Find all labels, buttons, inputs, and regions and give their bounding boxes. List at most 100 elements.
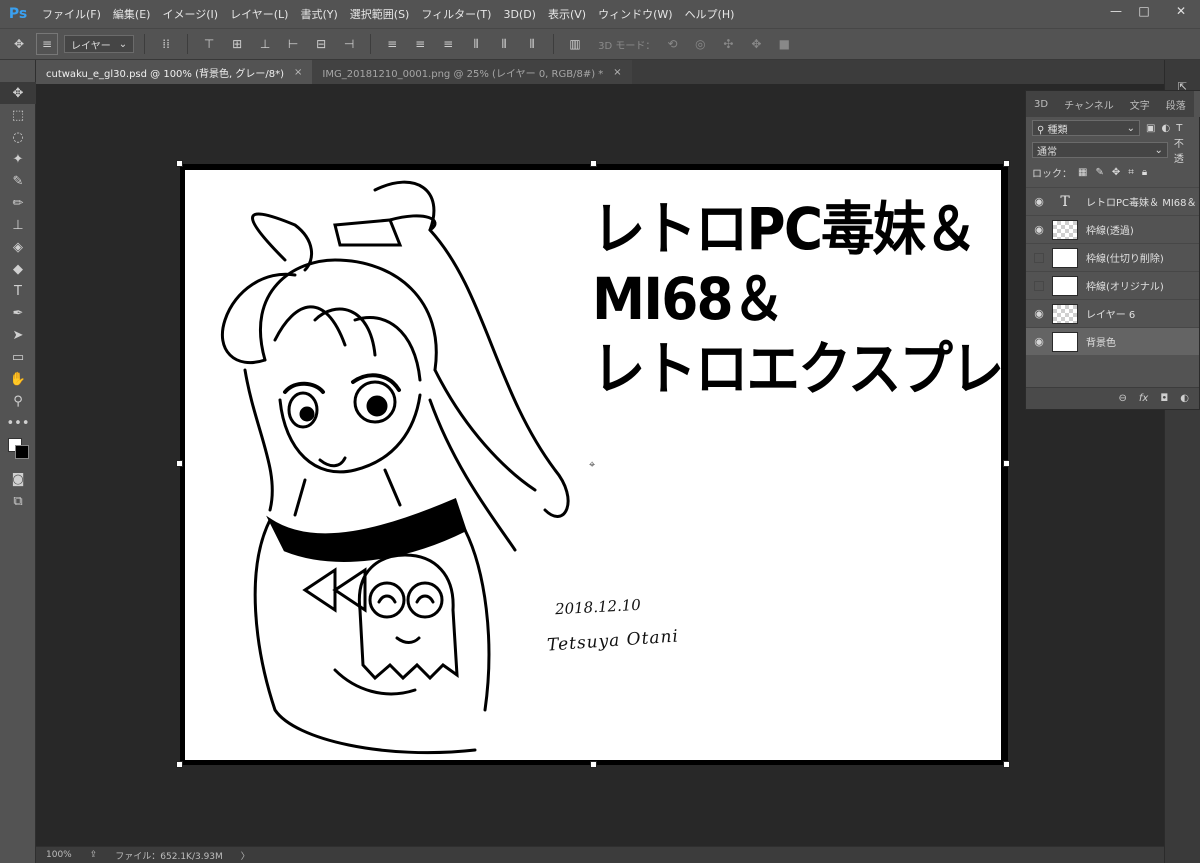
type-tool-icon[interactable]: T [0, 280, 36, 302]
marquee-tool-icon[interactable]: ⬚ [0, 104, 36, 126]
distribute-left-icon[interactable]: ⦀ [465, 33, 487, 55]
lock-pixels-icon[interactable]: ✎ [1095, 167, 1103, 178]
menu-edit[interactable]: 編集(E) [107, 6, 157, 22]
status-menu-arrow[interactable]: 〉 [241, 849, 250, 862]
close-tab-icon[interactable]: × [294, 67, 302, 78]
pen-tool-icon[interactable]: ✒ [0, 302, 36, 324]
menu-type[interactable]: 書式(Y) [294, 6, 343, 22]
transform-handle-top-right[interactable] [1003, 160, 1010, 167]
transform-handle-top[interactable] [590, 160, 597, 167]
layer-row[interactable]: ◉ 枠線(透過) [1026, 215, 1199, 243]
visibility-eye-icon[interactable]: ◉ [1026, 307, 1052, 320]
align-left-icon[interactable]: ⊢ [282, 33, 304, 55]
eraser-tool-icon[interactable]: ◈ [0, 236, 36, 258]
color-swatches-icon[interactable] [0, 434, 36, 468]
menu-select[interactable]: 選択範囲(S) [344, 6, 416, 22]
tab-character[interactable]: 文字 [1122, 91, 1158, 117]
tab-layers[interactable]: レ [1193, 91, 1200, 117]
lock-all-icon[interactable]: 🔒︎ [1142, 167, 1147, 178]
mask-icon[interactable]: ◘ [1160, 393, 1168, 404]
align-top-icon[interactable]: ⊤ [198, 33, 220, 55]
auto-select-icon[interactable]: ≡ [36, 33, 58, 55]
transform-handle-bottom-right[interactable] [1003, 761, 1010, 768]
layer-row-selected[interactable]: ◉ 背景色 [1026, 327, 1199, 355]
distribute-top-icon[interactable]: ≡ [381, 33, 403, 55]
3d-scale-icon[interactable]: ■ [773, 33, 795, 55]
align-right-icon[interactable]: ⊣ [338, 33, 360, 55]
tab-channels[interactable]: チャンネル [1056, 91, 1122, 117]
more-tools-icon[interactable]: ••• [0, 412, 36, 434]
layer-row[interactable]: ◉ T レトロPC毒妹＆ MI68＆ [1026, 187, 1199, 215]
transform-handle-top-left[interactable] [176, 160, 183, 167]
distribute-bottom-icon[interactable]: ≡ [437, 33, 459, 55]
distribute-vcenter-icon[interactable]: ≡ [409, 33, 431, 55]
lock-position-icon[interactable]: ✥ [1112, 167, 1120, 178]
menu-image[interactable]: イメージ(I) [156, 6, 224, 22]
tab-paragraph[interactable]: 段落 [1158, 91, 1194, 117]
close-window-button[interactable]: ✕ [1162, 0, 1200, 22]
distribute-hcenter-icon[interactable]: ⦀ [493, 33, 515, 55]
move-tool-icon[interactable]: ✥ [0, 82, 36, 104]
zoom-level[interactable]: 100% [46, 850, 72, 860]
menu-view[interactable]: 表示(V) [542, 6, 592, 22]
stamp-tool-icon[interactable]: ⊥ [0, 214, 36, 236]
lasso-tool-icon[interactable]: ◌ [0, 126, 36, 148]
fx-icon[interactable]: fx [1139, 393, 1148, 404]
transform-handle-right[interactable] [1003, 460, 1010, 467]
align-bottom-icon[interactable]: ⊥ [254, 33, 276, 55]
reference-point-icon[interactable]: ⌖ [589, 458, 595, 472]
zoom-tool-icon[interactable]: ⚲ [0, 390, 36, 412]
document-workspace[interactable]: レトロPC毒妹＆ MI68＆ レトロエクスプレス 2018.12.10 Tets… [36, 84, 1164, 846]
link-icon[interactable]: ⊖ [1119, 393, 1127, 404]
export-icon[interactable]: ⇪ [90, 850, 98, 860]
3d-pan-icon[interactable]: ✣ [717, 33, 739, 55]
transform-handle-bottom-left[interactable] [176, 761, 183, 768]
3d-orbit-icon[interactable]: ⟲ [661, 33, 683, 55]
quick-mask-icon[interactable]: ◙ [0, 468, 36, 490]
brush-tool-icon[interactable]: ✏ [0, 192, 36, 214]
filter-pixel-icon[interactable]: ▣ [1146, 123, 1155, 134]
close-tab-icon[interactable]: × [613, 67, 621, 78]
layer-row[interactable]: 枠線(オリジナル) [1026, 271, 1199, 299]
3d-roll-icon[interactable]: ◎ [689, 33, 711, 55]
lock-artboard-icon[interactable]: ⌗ [1128, 167, 1134, 178]
menu-window[interactable]: ウィンドウ(W) [592, 6, 678, 22]
align-vcenter-icon[interactable]: ⊞ [226, 33, 248, 55]
visibility-off-box[interactable] [1034, 252, 1044, 263]
path-select-tool-icon[interactable]: ➤ [0, 324, 36, 346]
auto-align-icon[interactable]: ▥ [564, 33, 586, 55]
visibility-off-box[interactable] [1034, 280, 1044, 291]
tab-3d[interactable]: 3D [1026, 91, 1056, 117]
auto-select-target-dropdown[interactable]: レイヤー ⌄ [64, 35, 135, 53]
visibility-eye-icon[interactable]: ◉ [1026, 195, 1052, 208]
filter-type-icon[interactable]: T [1176, 123, 1182, 134]
layer-filter-dropdown[interactable]: ⚲ 種類 ⌄ [1032, 120, 1140, 136]
eyedropper-tool-icon[interactable]: ✎ [0, 170, 36, 192]
distribute-right-icon[interactable]: ⦀ [521, 33, 543, 55]
move-tool-preset-icon[interactable]: ✥ [8, 33, 30, 55]
visibility-eye-icon[interactable]: ◉ [1026, 223, 1052, 236]
menu-3d[interactable]: 3D(D) [497, 8, 542, 21]
maximize-button[interactable]: □ [1130, 0, 1158, 22]
align-hcenter-icon[interactable]: ⊟ [310, 33, 332, 55]
menu-file[interactable]: ファイル(F) [36, 6, 107, 22]
document-tab[interactable]: IMG_20181210_0001.png @ 25% (レイヤー 0, RGB… [312, 60, 632, 84]
paint-bucket-tool-icon[interactable]: ◆ [0, 258, 36, 280]
lock-transparency-icon[interactable]: ▦ [1078, 167, 1087, 178]
menu-layer[interactable]: レイヤー(L) [224, 6, 294, 22]
transform-handle-left[interactable] [176, 460, 183, 467]
blend-mode-dropdown[interactable]: 通常 ⌄ [1032, 142, 1168, 158]
filter-adjustment-icon[interactable]: ◐ [1161, 123, 1170, 134]
layer-row[interactable]: 枠線(仕切り削除) [1026, 243, 1199, 271]
background-color-swatch[interactable] [15, 445, 29, 459]
document-tab-active[interactable]: cutwaku_e_gl30.psd @ 100% (背景色, グレー/8*) … [36, 60, 313, 84]
hand-tool-icon[interactable]: ✋ [0, 368, 36, 390]
layer-row[interactable]: ◉ レイヤー 6 [1026, 299, 1199, 327]
rectangle-tool-icon[interactable]: ▭ [0, 346, 36, 368]
adjustment-icon[interactable]: ◐ [1180, 393, 1189, 404]
menu-help[interactable]: ヘルプ(H) [679, 6, 741, 22]
magic-wand-tool-icon[interactable]: ✦ [0, 148, 36, 170]
menu-filter[interactable]: フィルター(T) [415, 6, 497, 22]
minimize-button[interactable]: — [1102, 0, 1130, 22]
transform-handle-bottom[interactable] [590, 761, 597, 768]
